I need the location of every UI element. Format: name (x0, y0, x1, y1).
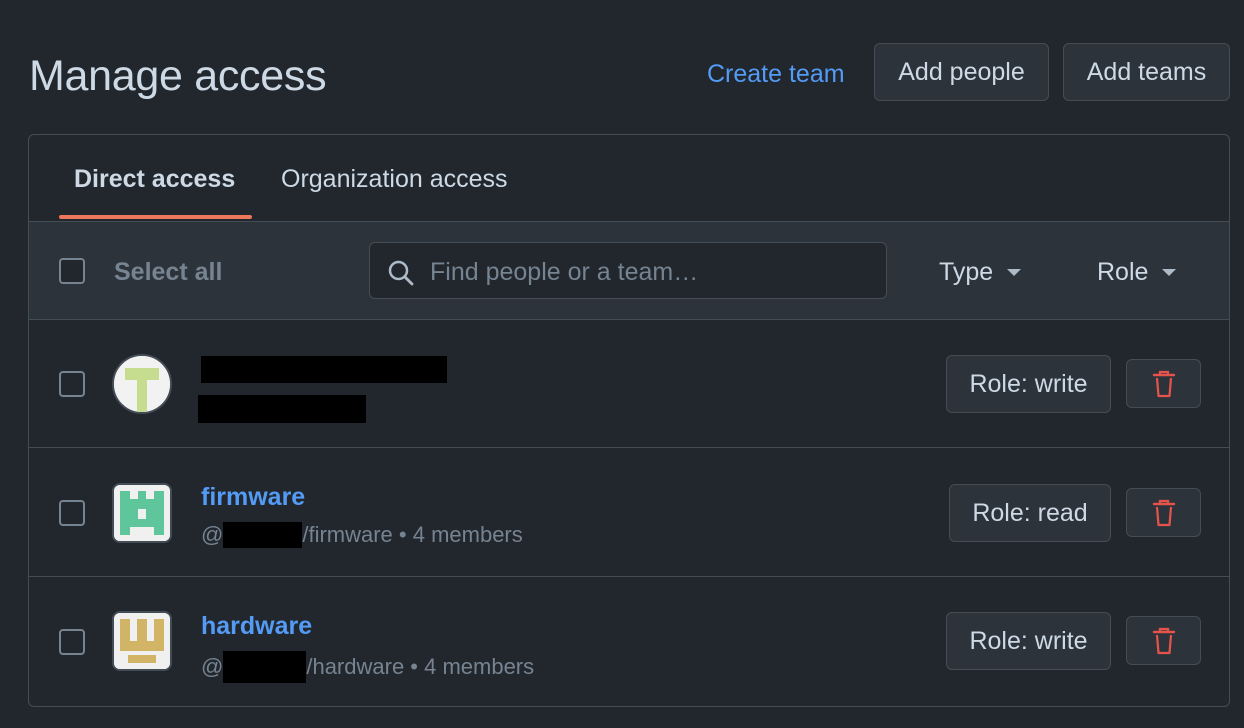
tab-direct-access[interactable]: Direct access (74, 165, 235, 194)
handle-suffix: /firmware • 4 members (302, 522, 523, 547)
team-details: @ /hardware • 4 members (201, 651, 534, 683)
delete-button[interactable] (1126, 616, 1201, 665)
team-name-link[interactable]: firmware (201, 483, 305, 512)
delete-button[interactable] (1126, 488, 1201, 537)
trash-icon (1152, 627, 1175, 654)
identicon-icon (114, 485, 170, 541)
caret-down-icon (1007, 269, 1022, 276)
role-button[interactable]: Role: write (946, 612, 1111, 670)
team-avatar (112, 611, 172, 671)
tab-organization-access[interactable]: Organization access (281, 165, 508, 194)
identicon-icon (114, 613, 170, 669)
trash-icon (1152, 370, 1175, 397)
select-all-checkbox[interactable] (59, 258, 85, 284)
role-button[interactable]: Role: read (949, 484, 1111, 542)
search-input[interactable] (428, 253, 872, 291)
search-icon (388, 260, 414, 286)
team-name-link[interactable]: hardware (201, 612, 312, 641)
trash-icon (1152, 499, 1175, 526)
access-panel: Direct access Organization access Select… (28, 134, 1230, 707)
identicon-icon (114, 356, 170, 412)
team-avatar (112, 483, 172, 543)
row-checkbox[interactable] (59, 500, 85, 526)
redacted-org (223, 651, 307, 683)
role-filter-dropdown[interactable]: Role (1097, 258, 1177, 287)
row-checkbox[interactable] (59, 371, 85, 397)
select-all-label: Select all (114, 258, 223, 286)
divider (29, 576, 1229, 577)
role-button[interactable]: Role: write (946, 355, 1111, 413)
type-filter-label: Type (939, 258, 994, 286)
divider (29, 447, 1229, 448)
selected-tab-indicator (59, 215, 252, 219)
handle-prefix: @ (201, 654, 224, 679)
page-title: Manage access (29, 52, 327, 100)
redacted-org (223, 522, 303, 548)
delete-button[interactable] (1126, 359, 1201, 408)
add-people-button[interactable]: Add people (874, 43, 1049, 101)
caret-down-icon (1162, 269, 1177, 276)
type-filter-dropdown[interactable]: Type (939, 258, 1022, 287)
redacted-username (198, 395, 366, 423)
row-checkbox[interactable] (59, 629, 85, 655)
handle-suffix: /hardware • 4 members (306, 654, 535, 679)
team-details: @ /firmware • 4 members (201, 522, 523, 548)
search-box[interactable] (369, 242, 887, 299)
handle-prefix: @ (201, 522, 224, 547)
add-teams-button[interactable]: Add teams (1063, 43, 1230, 101)
role-filter-label: Role (1097, 258, 1149, 286)
divider (29, 319, 1229, 320)
create-team-link[interactable]: Create team (707, 60, 845, 89)
avatar (112, 354, 172, 414)
redacted-name (201, 356, 447, 383)
